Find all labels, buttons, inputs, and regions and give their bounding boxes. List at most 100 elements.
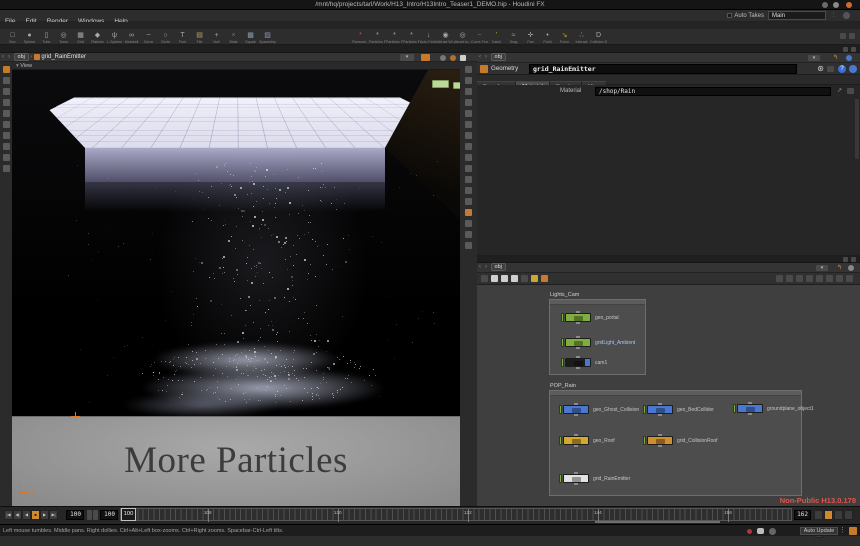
shelf-tool-font[interactable]: TFont	[174, 31, 191, 44]
shelf-tool-torus[interactable]: ◎Torus	[55, 31, 72, 44]
shelf-tool-attract-wi[interactable]: ◉Attract Wi...	[437, 31, 454, 44]
prev-frame-button[interactable]: ◀|	[13, 510, 22, 520]
wireframe-icon[interactable]	[465, 132, 472, 139]
language-icon[interactable]	[849, 65, 857, 73]
field-guide-icon[interactable]	[465, 220, 472, 227]
playbar-options-button[interactable]	[844, 510, 853, 520]
badge-yellow-icon[interactable]	[531, 275, 538, 282]
param-jump-back-icon[interactable]: ↰	[833, 54, 838, 61]
shelf-tool-blast[interactable]: ×Blast	[225, 31, 242, 44]
shelf-tool-metaball[interactable]: ∞Metaball	[123, 31, 140, 44]
node-name-field[interactable]: grid_RainEmitter	[529, 64, 797, 74]
message-log-icon[interactable]	[757, 528, 764, 534]
network-editor[interactable]: Non-Public H13.0.178 Lights_Camgeo_porta…	[477, 285, 860, 506]
net-path-context[interactable]: obj	[491, 263, 506, 271]
headlight-icon[interactable]	[465, 110, 472, 117]
param-forward-icon[interactable]: ›	[483, 54, 489, 60]
menu-dots[interactable]: ⋮	[839, 526, 846, 534]
frame-inc-buttons[interactable]	[87, 510, 92, 520]
cook-status-icon[interactable]	[769, 528, 776, 535]
minimize-button[interactable]	[822, 2, 828, 8]
shelf-tool-point[interactable]: •Point	[539, 31, 556, 44]
node-display-flag[interactable]	[559, 405, 562, 414]
view-lock-icon[interactable]	[465, 242, 472, 249]
scene-viewport[interactable]: ▾ View More Particles 1	[12, 62, 460, 506]
path-node[interactable]: grid_RainEmitter	[41, 54, 86, 60]
smooth-shade-icon[interactable]	[465, 143, 472, 150]
pin-icon[interactable]	[421, 54, 430, 61]
go-start-button[interactable]: |◀	[4, 510, 13, 520]
net-pane-split-icon[interactable]	[851, 257, 856, 262]
shelf-tool-particles-f[interactable]: *Particles F...	[403, 31, 420, 44]
shelf-tool-fan[interactable]: ✛Fan	[522, 31, 539, 44]
material-picker-icon[interactable]	[847, 88, 854, 94]
view-operation-bar[interactable]: ▾ View	[12, 62, 460, 70]
sculpt-tool-icon[interactable]	[3, 165, 10, 172]
net-search-icon[interactable]	[848, 265, 854, 271]
node-display-flag[interactable]	[559, 436, 562, 445]
take-stepper[interactable]: ⋮	[831, 12, 836, 18]
grid-toggle-icon[interactable]	[465, 187, 472, 194]
take-selector[interactable]: Main	[768, 11, 826, 20]
display-flag-icon[interactable]	[491, 275, 498, 282]
range-end-field[interactable]: 162	[794, 510, 811, 520]
box-pick-icon[interactable]	[826, 275, 833, 282]
go-end-button[interactable]: ▶|	[49, 510, 58, 520]
shelf-tool-file[interactable]: ▤File	[191, 31, 208, 44]
texture-icon[interactable]	[465, 154, 472, 161]
update-mode-select[interactable]: Auto Update	[800, 527, 838, 535]
net-forward-icon[interactable]: ›	[483, 264, 489, 270]
net-jump-back-icon[interactable]: ↰	[837, 264, 842, 271]
scale-tool-icon[interactable]	[3, 110, 10, 117]
template-flag-icon[interactable]	[501, 275, 508, 282]
range-start-field[interactable]: 100	[100, 510, 118, 520]
stop-button[interactable]: ■	[31, 510, 40, 520]
shelf-tool-l-system[interactable]: ψL-System	[106, 31, 123, 44]
maximize-button[interactable]	[833, 2, 839, 8]
play-button[interactable]: ▶	[40, 510, 49, 520]
shading-mode-icon[interactable]	[465, 121, 472, 128]
points-icon[interactable]	[465, 176, 472, 183]
shelf-expand-icon[interactable]	[849, 33, 855, 39]
shelf-tool-particles-f[interactable]: *Particles F...	[386, 31, 403, 44]
shelf-tool-grid[interactable]: ▦Grid	[72, 31, 89, 44]
help-icon[interactable]: ?	[838, 65, 846, 73]
shelf-tool-interact[interactable]: ∴Interact	[573, 31, 590, 44]
current-frame-field[interactable]: 100	[66, 510, 84, 520]
footprint-flag-icon[interactable]	[511, 275, 518, 282]
error-badge[interactable]	[747, 529, 752, 534]
material-field[interactable]: /shop/Rain	[595, 87, 831, 96]
network-box-lights-cam[interactable]: geo_portalgridLight_Ambientcam1	[549, 299, 646, 375]
ghost-icon[interactable]	[450, 55, 456, 61]
align-icon[interactable]	[786, 275, 793, 282]
shelf-tool-curve-force[interactable]: ~Curve Force	[471, 31, 488, 44]
undo-layout-icon[interactable]	[796, 275, 803, 282]
pane-max-icon[interactable]	[843, 47, 848, 52]
shelf-tool-squab[interactable]: ▩Squab	[242, 31, 259, 44]
lights-icon[interactable]	[465, 99, 472, 106]
node-display-flag[interactable]	[561, 358, 564, 367]
network-box-pop-rain[interactable]: geo_Ghost_Collisiongeo_BedColliderground…	[549, 390, 802, 496]
compare-icon[interactable]	[827, 66, 834, 72]
shelf-tool-collision-d[interactable]: DCollision D...	[590, 31, 607, 44]
render-view-3d[interactable]	[12, 70, 460, 416]
play-reverse-button[interactable]: ◀	[22, 510, 31, 520]
frame-all-icon[interactable]	[846, 275, 853, 282]
ortho-view-icon[interactable]	[465, 88, 472, 95]
real-time-button[interactable]	[824, 510, 833, 520]
net-dropdown-icon[interactable]: ▾	[816, 265, 828, 271]
layout-icon[interactable]	[806, 275, 813, 282]
node-display-flag[interactable]	[561, 338, 564, 347]
shelf-tool-circle[interactable]: ○Circle	[157, 31, 174, 44]
shelf-tool-particles-f[interactable]: *Particles F...	[369, 31, 386, 44]
dots-icon[interactable]	[776, 275, 783, 282]
shelf-tool-attract-to[interactable]: ◎Attract to...	[454, 31, 471, 44]
node-display-flag[interactable]	[643, 405, 646, 414]
shelf-gear-icon[interactable]	[840, 33, 846, 39]
shelf-tool-curve[interactable]: ~Curve	[140, 31, 157, 44]
auto-takes-toggle[interactable]: Auto Takes	[727, 12, 764, 20]
playhead[interactable]: 100	[121, 508, 136, 521]
shelf-tool-firework[interactable]: *Firework...	[352, 31, 369, 44]
parameter-scrollbar[interactable]	[855, 99, 859, 159]
node-display-flag[interactable]	[561, 313, 564, 322]
